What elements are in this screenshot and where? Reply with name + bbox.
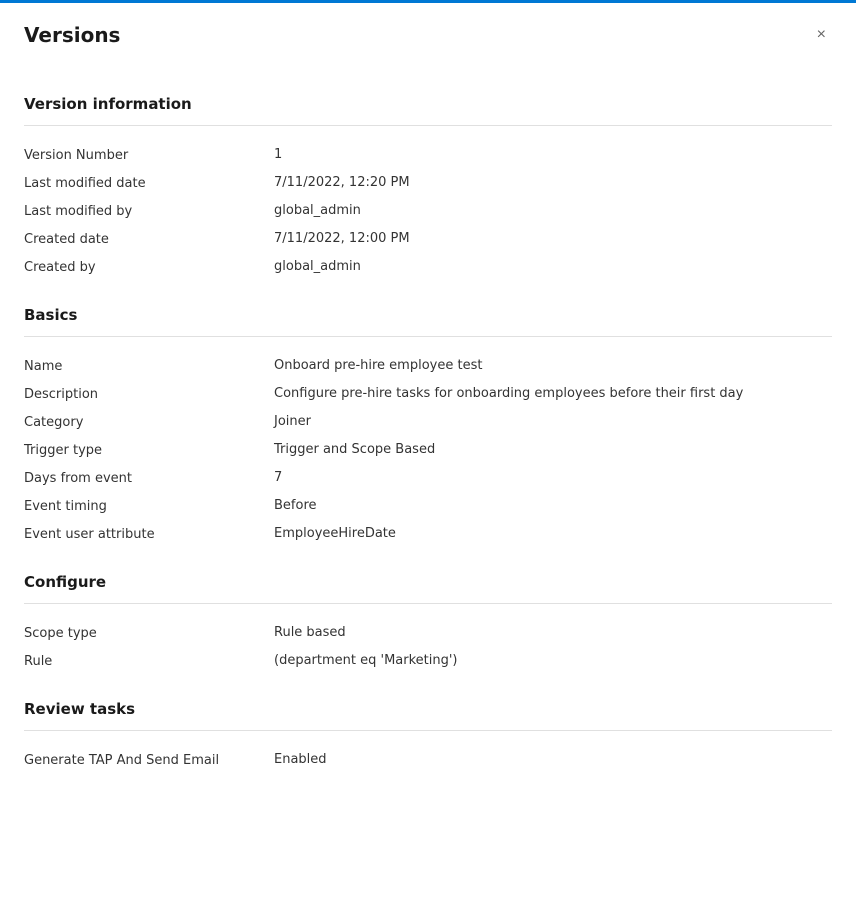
field-label-generate-tap: Generate TAP And Send Email — [24, 752, 274, 768]
field-row-scope-type: Scope type Rule based — [24, 620, 832, 648]
field-value-version-number: 1 — [274, 147, 832, 162]
field-row-category: Category Joiner — [24, 409, 832, 437]
basics-divider — [24, 336, 832, 337]
field-value-rule: (department eq 'Marketing') — [274, 653, 832, 668]
field-row-rule: Rule (department eq 'Marketing') — [24, 648, 832, 676]
field-row-trigger-type: Trigger type Trigger and Scope Based — [24, 437, 832, 465]
review-tasks-title: Review tasks — [24, 700, 832, 718]
dialog-header: Versions × — [0, 3, 856, 63]
field-label-created-date: Created date — [24, 231, 274, 247]
version-information-title: Version information — [24, 95, 832, 113]
field-row-created-by: Created by global_admin — [24, 254, 832, 282]
field-value-created-date: 7/11/2022, 12:00 PM — [274, 231, 832, 246]
field-value-created-by: global_admin — [274, 259, 832, 274]
versions-dialog: Versions × Version information Version N… — [0, 0, 856, 924]
field-value-category: Joiner — [274, 414, 832, 429]
review-tasks-divider — [24, 730, 832, 731]
dialog-content: Version information Version Number 1 Las… — [0, 63, 856, 823]
field-value-last-modified-by: global_admin — [274, 203, 832, 218]
field-label-rule: Rule — [24, 653, 274, 669]
configure-title: Configure — [24, 573, 832, 591]
field-label-name: Name — [24, 358, 274, 374]
field-label-category: Category — [24, 414, 274, 430]
field-label-last-modified-by: Last modified by — [24, 203, 274, 219]
basics-section: Basics Name Onboard pre-hire employee te… — [24, 306, 832, 549]
field-row-event-timing: Event timing Before — [24, 493, 832, 521]
field-label-created-by: Created by — [24, 259, 274, 275]
field-row-days-from-event: Days from event 7 — [24, 465, 832, 493]
version-information-divider — [24, 125, 832, 126]
field-label-trigger-type: Trigger type — [24, 442, 274, 458]
field-value-days-from-event: 7 — [274, 470, 832, 485]
field-row-name: Name Onboard pre-hire employee test — [24, 353, 832, 381]
configure-section: Configure Scope type Rule based Rule (de… — [24, 573, 832, 676]
field-row-created-date: Created date 7/11/2022, 12:00 PM — [24, 226, 832, 254]
field-row-description: Description Configure pre-hire tasks for… — [24, 381, 832, 409]
version-information-section: Version information Version Number 1 Las… — [24, 95, 832, 282]
field-row-last-modified-by: Last modified by global_admin — [24, 198, 832, 226]
field-label-days-from-event: Days from event — [24, 470, 274, 486]
field-value-event-user-attribute: EmployeeHireDate — [274, 526, 832, 541]
field-value-scope-type: Rule based — [274, 625, 832, 640]
field-value-event-timing: Before — [274, 498, 832, 513]
field-label-last-modified-date: Last modified date — [24, 175, 274, 191]
basics-title: Basics — [24, 306, 832, 324]
field-row-version-number: Version Number 1 — [24, 142, 832, 170]
field-row-last-modified-date: Last modified date 7/11/2022, 12:20 PM — [24, 170, 832, 198]
close-button[interactable]: × — [811, 23, 832, 47]
review-tasks-section: Review tasks Generate TAP And Send Email… — [24, 700, 832, 775]
field-label-scope-type: Scope type — [24, 625, 274, 641]
field-row-event-user-attribute: Event user attribute EmployeeHireDate — [24, 521, 832, 549]
field-row-generate-tap: Generate TAP And Send Email Enabled — [24, 747, 832, 775]
field-label-event-timing: Event timing — [24, 498, 274, 514]
configure-divider — [24, 603, 832, 604]
field-label-event-user-attribute: Event user attribute — [24, 526, 274, 542]
field-value-description: Configure pre-hire tasks for onboarding … — [274, 386, 832, 401]
field-value-generate-tap: Enabled — [274, 752, 832, 767]
field-value-trigger-type: Trigger and Scope Based — [274, 442, 832, 457]
field-value-name: Onboard pre-hire employee test — [274, 358, 832, 373]
dialog-title: Versions — [24, 23, 120, 47]
field-label-description: Description — [24, 386, 274, 402]
field-label-version-number: Version Number — [24, 147, 274, 163]
field-value-last-modified-date: 7/11/2022, 12:20 PM — [274, 175, 832, 190]
